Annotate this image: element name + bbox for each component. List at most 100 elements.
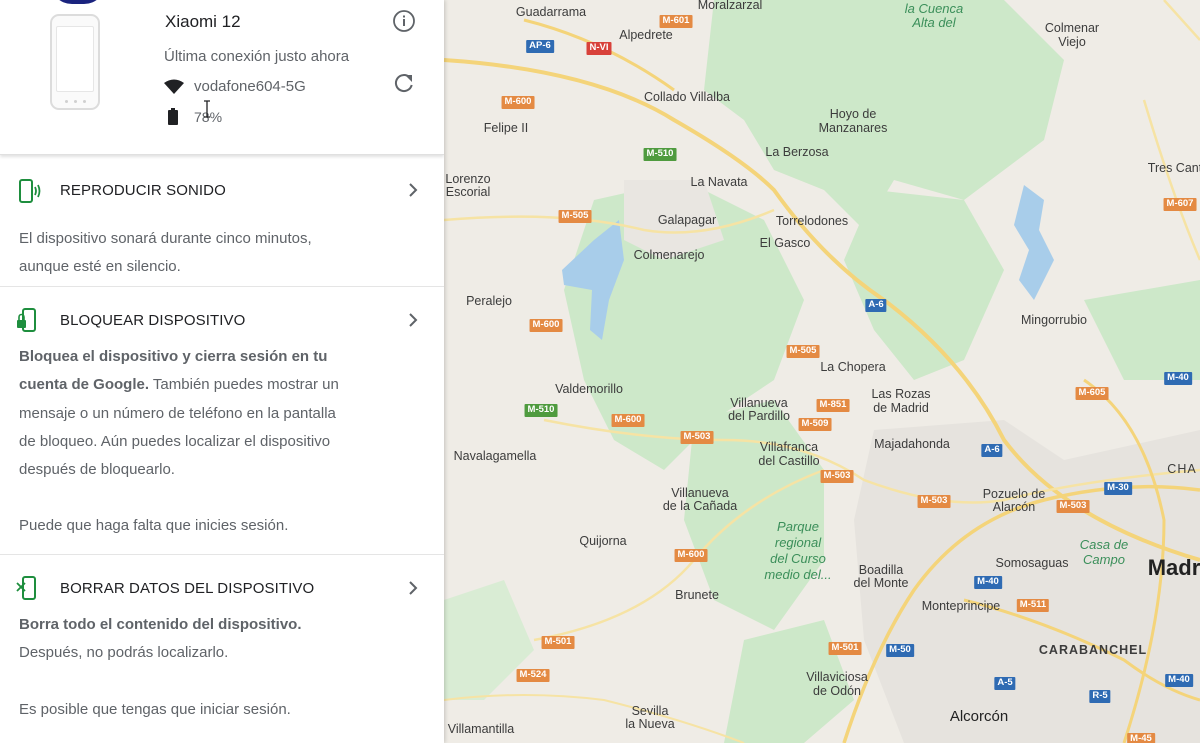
map-label: Madr xyxy=(1147,555,1200,580)
description-line: Después, no podrás localizarlo. xyxy=(19,644,229,662)
description-line: después de bloquearlo. xyxy=(19,461,175,479)
map-label: Peralejo xyxy=(466,294,512,308)
erase-device-section[interactable]: BORRAR DATOS DEL DISPOSITIVO Borra todo … xyxy=(0,555,444,743)
phone-image xyxy=(50,14,100,110)
road-shield: M-600 xyxy=(611,414,645,427)
map-label: Colmenar xyxy=(1044,21,1100,35)
road-shield: M-851 xyxy=(816,399,850,412)
map-label: Majadahonda xyxy=(874,437,950,451)
road-shield: M-501 xyxy=(541,636,575,649)
device-tab-indicator[interactable] xyxy=(50,0,106,4)
chevron-right-icon[interactable] xyxy=(405,181,421,199)
last-connection: Última conexión justo ahora xyxy=(164,48,350,65)
map-label: La Navata xyxy=(690,175,748,189)
map-label: Galapagar xyxy=(657,213,717,227)
road-shield: M-510 xyxy=(524,404,558,417)
map-label: del Pardillo xyxy=(728,409,790,423)
road-shield: M-505 xyxy=(558,210,592,223)
map-label: Alarcón xyxy=(992,500,1036,514)
map-label: CARABANCHEL xyxy=(1038,643,1148,657)
map-label: Felipe II xyxy=(483,121,529,135)
map-label: Quijorna xyxy=(579,534,627,548)
refresh-icon[interactable] xyxy=(392,71,416,95)
lock-device-title[interactable]: BLOQUEAR DISPOSITIVO xyxy=(60,312,245,329)
chevron-right-icon[interactable] xyxy=(405,311,421,329)
device-card: Xiaomi 12 Última conexión justo ahora vo… xyxy=(0,0,444,155)
lock-device-description: Bloquea el dispositivo y cierra sesión e… xyxy=(0,343,444,557)
road-shield: M-45 xyxy=(1127,733,1155,743)
description-text: También puedes mostrar un xyxy=(149,376,339,394)
map-label: Villamantilla xyxy=(447,722,515,736)
road-shield: M-509 xyxy=(798,418,832,431)
road-shield: M-601 xyxy=(659,15,693,28)
park-label: Campo xyxy=(1083,552,1125,567)
map-label: Alpedrete xyxy=(619,28,673,42)
map-label: Villafranca xyxy=(759,440,819,454)
info-icon[interactable] xyxy=(392,9,416,33)
wifi-network-name: vodafone604-5G xyxy=(194,78,306,95)
park-label: Parque xyxy=(777,519,819,534)
road-shield: M-600 xyxy=(674,549,708,562)
map-view[interactable]: Guadarrama Moralzarzal Alpedrete Collado… xyxy=(444,0,1200,743)
road-shield: M-510 xyxy=(643,148,677,161)
map-label: Boadilla xyxy=(858,563,904,577)
play-sound-section[interactable]: REPRODUCIR SONIDO El dispositivo sonará … xyxy=(0,155,444,287)
park-label: regional xyxy=(774,535,822,550)
play-sound-title[interactable]: REPRODUCIR SONIDO xyxy=(60,182,226,199)
road-shield: M-607 xyxy=(1163,198,1197,211)
device-panel: Xiaomi 12 Última conexión justo ahora vo… xyxy=(0,0,444,743)
road-shield: M-30 xyxy=(1104,482,1132,495)
road-shield: M-524 xyxy=(516,669,550,682)
map-label: Tres Cant xyxy=(1147,161,1200,175)
map-label: de Madrid xyxy=(873,401,929,415)
wifi-row: vodafone604-5G xyxy=(164,78,306,95)
lock-device-section[interactable]: BLOQUEAR DISPOSITIVO Bloquea el disposit… xyxy=(0,287,444,555)
road-shield: M-600 xyxy=(501,96,535,109)
map-label: Sevilla xyxy=(631,704,669,718)
road-shield: M-40 xyxy=(974,576,1002,589)
road-shield: M-501 xyxy=(828,642,862,655)
road-shield: M-503 xyxy=(820,470,854,483)
map-label: Alcorcón xyxy=(949,708,1009,725)
park-label: Alta del xyxy=(912,15,956,30)
road-shield: M-503 xyxy=(680,431,714,444)
road-shield: M-600 xyxy=(529,319,563,332)
map-label: Collado Villalba xyxy=(644,90,730,104)
map-label: Mingorrubio xyxy=(1020,313,1088,327)
description-line: mensaje o un número de teléfono en la pa… xyxy=(19,404,336,422)
battery-icon xyxy=(168,108,178,125)
erase-device-title[interactable]: BORRAR DATOS DEL DISPOSITIVO xyxy=(60,580,314,597)
road-shield: R-5 xyxy=(1089,690,1111,703)
map-label: El Gasco xyxy=(759,236,811,250)
map-label: de la Cañada xyxy=(662,499,738,513)
map-label: Villanueva xyxy=(671,486,729,500)
description-bold: cuenta de Google. xyxy=(19,376,150,394)
map-label: Moralzarzal xyxy=(697,0,763,12)
road-shield: M-505 xyxy=(786,345,820,358)
erase-phone-icon xyxy=(16,576,36,600)
park-label: del Curso xyxy=(770,551,826,566)
map-label: Viejo xyxy=(1058,35,1086,49)
road-shield: M-605 xyxy=(1075,387,1109,400)
map-label: Somosaguas xyxy=(995,556,1069,570)
map-label: Guadarrama xyxy=(515,5,587,19)
road-shield: M-40 xyxy=(1165,674,1193,687)
map-label: Pozuelo de xyxy=(982,487,1046,501)
map-label: Monteprincipe xyxy=(921,599,1001,613)
road-shield: A-6 xyxy=(865,299,887,312)
map-label: Manzanares xyxy=(818,121,888,135)
road-shield: M-503 xyxy=(917,495,951,508)
road-shield: A-6 xyxy=(981,444,1003,457)
sign-in-note: Puede que haga falta que inicies sesión. xyxy=(19,517,289,535)
park-label: Casa de xyxy=(1079,537,1129,552)
road-shield: A-5 xyxy=(994,677,1016,690)
sign-in-note: Es posible que tengas que iniciar sesión… xyxy=(19,700,291,718)
lock-phone-icon xyxy=(17,308,36,332)
chevron-right-icon[interactable] xyxy=(405,579,421,597)
map-label: La Berzosa xyxy=(765,145,829,159)
map-label: La Chopera xyxy=(820,360,886,374)
map-label: Navalagamella xyxy=(453,449,537,463)
road-shield: AP-6 xyxy=(526,40,554,53)
description-line: de bloqueo. Aún puedes localizar el disp… xyxy=(19,432,331,450)
map-label: la Nueva xyxy=(625,717,675,731)
